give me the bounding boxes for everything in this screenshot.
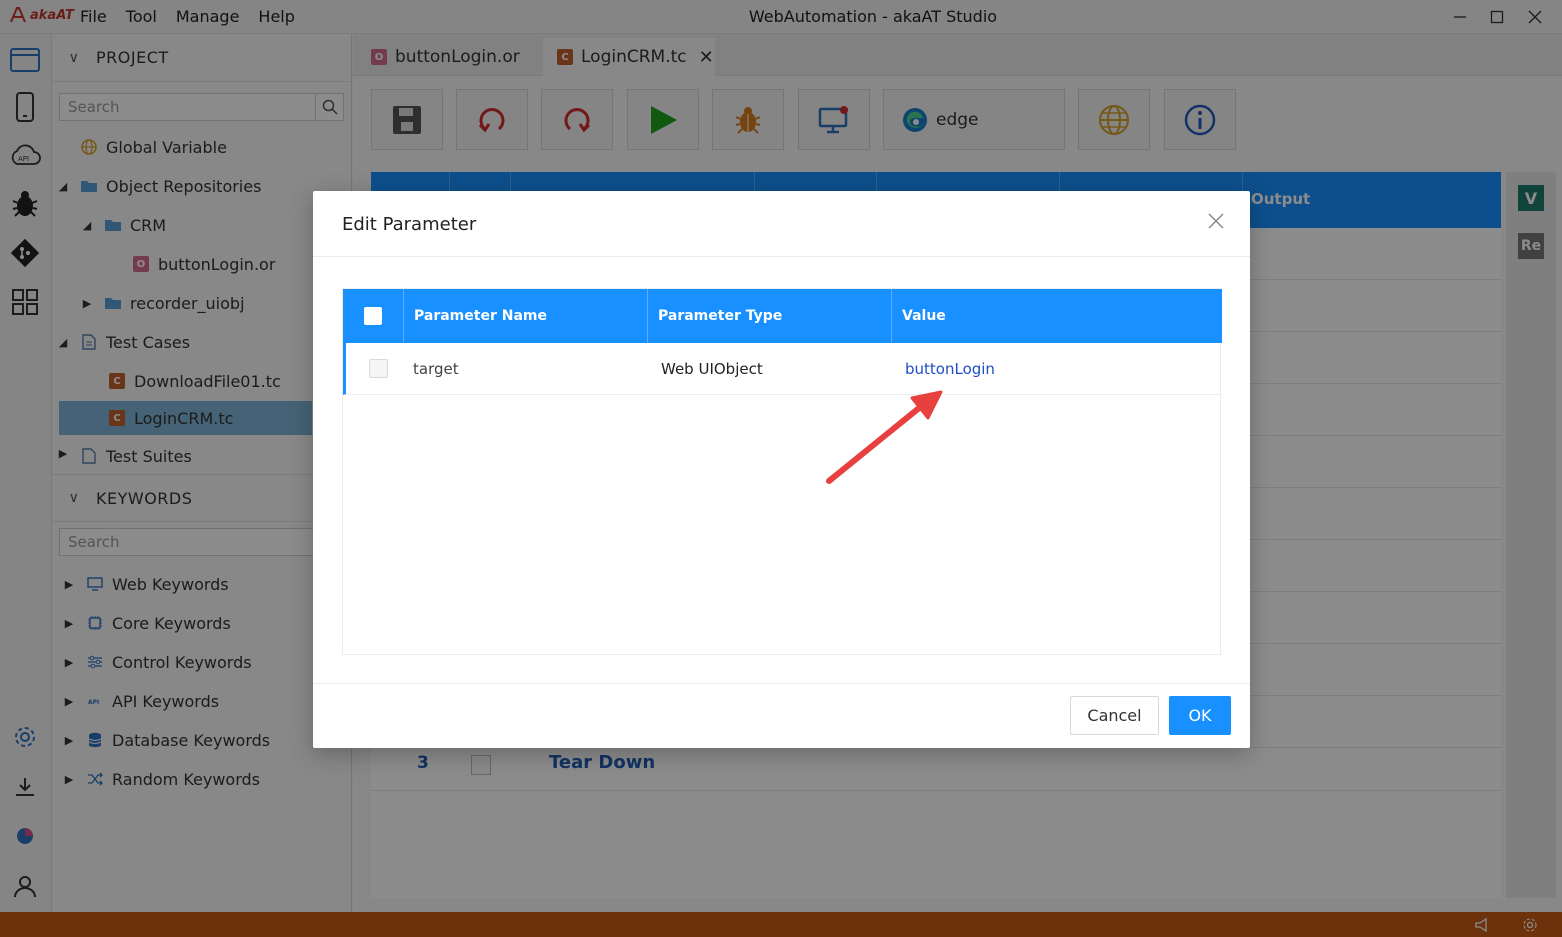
parameter-table-header: Parameter Name Parameter Type Value — [343, 289, 1222, 343]
dialog-close-button[interactable] — [1204, 209, 1228, 233]
parameter-table: Parameter Name Parameter Type Value targ… — [342, 288, 1222, 655]
row-checkbox[interactable] — [369, 359, 388, 378]
ok-button[interactable]: OK — [1169, 696, 1231, 735]
column-header-value: Value — [902, 308, 946, 324]
close-icon — [1208, 213, 1224, 229]
parameter-value-cell[interactable]: buttonLogin — [905, 360, 995, 378]
column-header-parameter-type: Parameter Type — [648, 289, 892, 343]
select-all-cell — [343, 289, 404, 343]
table-row[interactable]: target Web UIObject buttonLogin — [343, 343, 1222, 395]
parameter-name-cell: target — [413, 360, 459, 378]
select-all-checkbox[interactable] — [364, 307, 382, 325]
edit-parameter-dialog: Edit Parameter Parameter Name Parameter … — [313, 191, 1250, 748]
dialog-title: Edit Parameter — [342, 214, 477, 235]
cancel-button[interactable]: Cancel — [1070, 696, 1159, 735]
column-header-parameter-name: Parameter Name — [404, 289, 648, 343]
parameter-type-cell: Web UIObject — [661, 360, 763, 378]
dialog-header: Edit Parameter — [313, 191, 1250, 257]
dialog-footer: Cancel OK — [313, 683, 1250, 748]
